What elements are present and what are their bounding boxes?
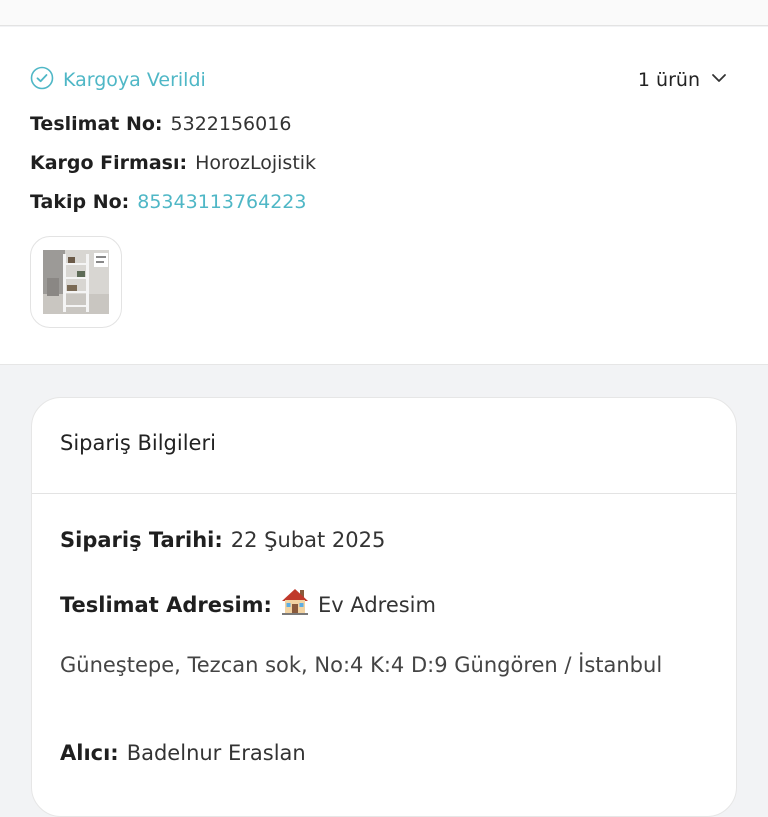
recipient-name: Badelnur Eraslan (126, 741, 306, 765)
tracking-number-link[interactable]: 85343113764223 (137, 191, 306, 213)
delivery-address-name: Ev Adresim (317, 593, 436, 617)
tracking-label: Takip No: (30, 191, 130, 213)
delivery-address-label: Teslimat Adresim: (60, 593, 272, 617)
product-thumbnail[interactable] (30, 236, 122, 328)
shipment-card: Kargoya Verildi 1 ürün Teslimat No: 53221… (0, 27, 768, 365)
delivery-address-row: Teslimat Adresim: Ev Adresim (60, 586, 436, 621)
order-date-value: 22 Şubat 2025 (230, 528, 386, 552)
delivery-number-row: Teslimat No: 5322156016 (30, 113, 291, 135)
delivery-address-text: Güneştepe, Tezcan sok, No:4 K:4 D:9 Güng… (60, 653, 663, 677)
top-header-strip (0, 0, 768, 26)
order-date-row: Sipariş Tarihi: 22 Şubat 2025 (60, 528, 385, 552)
order-info-card: Sipariş Bilgileri Sipariş Tarihi: 22 Şuba… (31, 397, 737, 817)
recipient-label: Alıcı: (60, 741, 119, 765)
status-label: Kargoya Verildi (63, 69, 206, 91)
delivery-number-label: Teslimat No: (30, 113, 163, 135)
product-image (43, 250, 109, 314)
item-count-toggle[interactable]: 1 ürün (638, 67, 728, 93)
carrier-label: Kargo Firması: (30, 152, 188, 174)
tracking-row: Takip No: 85343113764223 (30, 191, 307, 213)
carrier-row: Kargo Firması: HorozLojistik (30, 152, 316, 174)
shipment-status: Kargoya Verildi (30, 66, 206, 94)
delivery-number-value: 5322156016 (170, 113, 292, 135)
recipient-row: Alıcı: Badelnur Eraslan (60, 741, 306, 765)
check-circle-icon (30, 66, 54, 94)
item-count-label: 1 ürün (637, 69, 700, 91)
order-info-title: Sipariş Bilgileri (60, 431, 216, 455)
house-icon (280, 586, 310, 621)
divider (32, 493, 736, 494)
carrier-value: HorozLojistik (195, 152, 317, 174)
chevron-down-icon (710, 69, 728, 91)
order-date-label: Sipariş Tarihi: (60, 528, 223, 552)
